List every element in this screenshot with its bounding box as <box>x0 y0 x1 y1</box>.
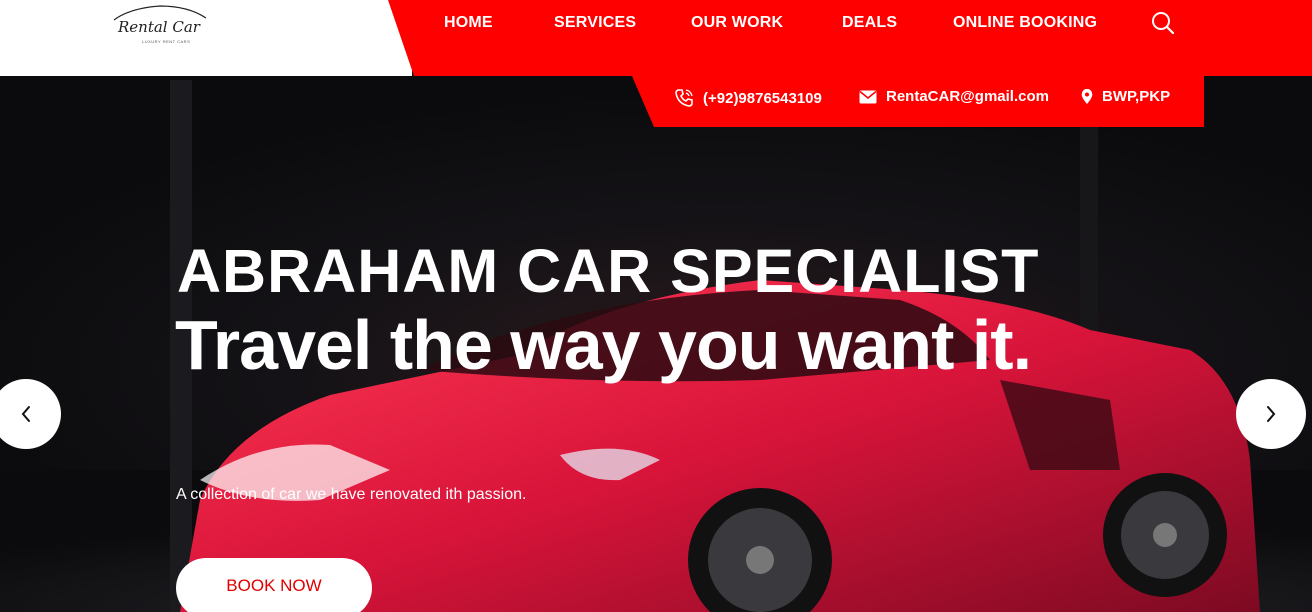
envelope-icon <box>859 90 877 103</box>
search-button[interactable] <box>1150 10 1176 36</box>
phone-icon <box>675 89 693 107</box>
chevron-right-icon <box>1267 406 1276 422</box>
nav-deals[interactable]: DEALS <box>842 14 897 32</box>
contact-email[interactable]: RentaCAR@gmail.com <box>859 88 1049 105</box>
contact-email-text: RentaCAR@gmail.com <box>886 88 1049 105</box>
nav-home[interactable]: HOME <box>444 14 493 32</box>
hero-subtext: A collection of car we have renovated it… <box>176 486 527 503</box>
contact-phone-text: (+92)9876543109 <box>703 89 822 107</box>
hero-eyebrow: ABRAHAM CAR SPECIALIST <box>177 237 1040 305</box>
contact-location[interactable]: BWP,PKP <box>1081 88 1170 105</box>
logo-tagline: LUXURY RENT CARS <box>142 39 191 44</box>
nav-our-work[interactable]: OUR WORK <box>691 14 783 32</box>
hero-headline: Travel the way you want it. <box>175 306 1032 384</box>
logo-brand: Rental Car <box>118 18 200 36</box>
contact-phone[interactable]: (+92)9876543109 <box>674 88 822 108</box>
slider-next-button[interactable] <box>1236 379 1306 449</box>
nav-online-booking[interactable]: ONLINE BOOKING <box>953 14 1097 32</box>
nav-services[interactable]: SERVICES <box>554 14 636 32</box>
header-logo-area: Rental Car LUXURY RENT CARS <box>0 0 412 76</box>
logo[interactable]: Rental Car LUXURY RENT CARS <box>110 2 210 48</box>
chevron-left-icon <box>21 406 30 422</box>
search-icon <box>1152 12 1175 35</box>
contact-location-text: BWP,PKP <box>1102 88 1171 105</box>
book-now-button[interactable]: BOOK NOW <box>176 558 372 612</box>
map-pin-icon <box>1081 88 1093 104</box>
